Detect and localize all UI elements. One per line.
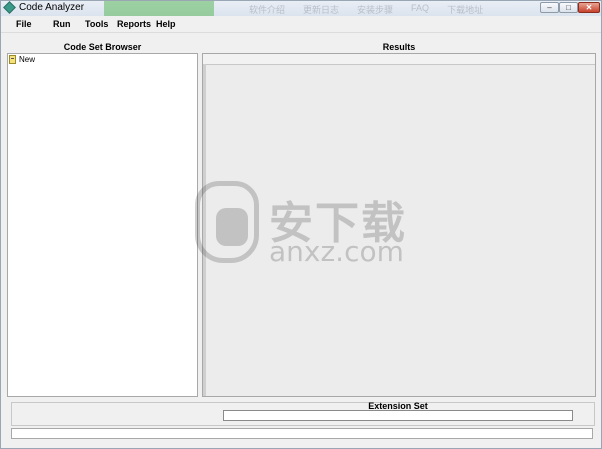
watermark-link: FAQ [411, 3, 430, 13]
shield-inner [216, 208, 248, 246]
watermark-link: 软件介绍 [249, 5, 286, 15]
results-toolbar-strip [203, 54, 595, 65]
results-header: Results [382, 42, 416, 52]
watermark-link: 下载地址 [447, 5, 484, 15]
menu-file[interactable]: File [16, 19, 32, 29]
code-set-browser-tree[interactable]: New [7, 53, 198, 397]
status-bar [11, 428, 593, 439]
menu-reports[interactable]: Reports [117, 19, 151, 29]
maximize-button[interactable]: □ [559, 2, 578, 13]
watermark-links: 软件介绍 更新日志 安装步骤 FAQ 下载地址 [249, 3, 499, 15]
shield-icon [195, 181, 259, 263]
watermark-logo: 安下载 anxz.com [191, 181, 411, 271]
watermark-domain: anxz.com [269, 235, 404, 268]
menu-tools[interactable]: Tools [85, 19, 108, 29]
watermark-banner [104, 1, 214, 16]
menu-bar: File Run Tools Reports Help [1, 16, 601, 33]
title-bar[interactable]: Code Analyzer 软件介绍 更新日志 安装步骤 FAQ 下载地址 – … [1, 1, 601, 16]
menu-run[interactable]: Run [53, 19, 71, 29]
window-title: Code Analyzer [19, 2, 85, 13]
menu-help[interactable]: Help [156, 19, 176, 29]
folder-icon [9, 55, 16, 64]
close-button[interactable]: ✕ [578, 2, 600, 13]
tree-node-label: New [19, 55, 36, 64]
watermark-link: 更新日志 [303, 5, 340, 15]
watermark-link: 安装步骤 [357, 5, 394, 15]
minimize-button[interactable]: – [540, 2, 559, 13]
app-window: Code Analyzer 软件介绍 更新日志 安装步骤 FAQ 下载地址 – … [0, 0, 602, 449]
code-set-browser-header: Code Set Browser [63, 42, 142, 52]
extension-set-input[interactable] [223, 410, 573, 421]
app-diamond-icon [3, 1, 16, 14]
